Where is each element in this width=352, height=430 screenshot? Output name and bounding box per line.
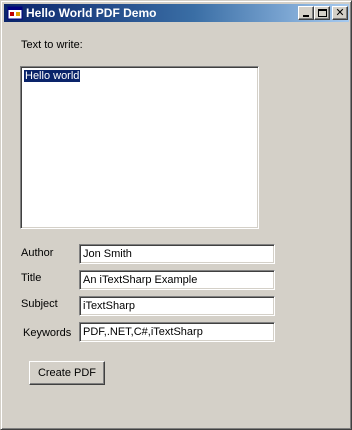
close-button[interactable]: ✕ <box>332 6 348 20</box>
keywords-input[interactable]: PDF,.NET,C#,iTextSharp <box>79 322 275 342</box>
title-input-value: An iTextSharp Example <box>83 274 198 286</box>
minimize-icon <box>303 15 309 17</box>
text-to-write-label: Text to write: <box>21 39 83 51</box>
close-icon: ✕ <box>335 6 345 19</box>
maximize-button[interactable] <box>314 6 330 20</box>
author-input-value: Jon Smith <box>83 248 132 260</box>
text-to-write-textarea[interactable]: Hello world <box>20 66 259 229</box>
keywords-label: Keywords <box>23 327 72 339</box>
minimize-button[interactable] <box>298 6 314 20</box>
textarea-content: Hello world <box>24 70 81 82</box>
main-window: Hello World PDF Demo ✕ Text to write: He… <box>0 0 352 430</box>
title-input[interactable]: An iTextSharp Example <box>79 270 275 290</box>
author-label: Author <box>21 247 54 259</box>
subject-input-value: iTextSharp <box>83 300 135 312</box>
selected-text: Hello world <box>24 70 81 82</box>
title-label: Title <box>21 272 42 284</box>
author-input[interactable]: Jon Smith <box>79 244 275 264</box>
subject-input[interactable]: iTextSharp <box>79 296 275 316</box>
title-bar[interactable]: Hello World PDF Demo ✕ <box>4 4 349 22</box>
app-icon <box>7 6 23 20</box>
create-pdf-button[interactable]: Create PDF <box>29 361 105 385</box>
subject-label: Subject <box>21 298 58 310</box>
keywords-input-value: PDF,.NET,C#,iTextSharp <box>83 326 203 338</box>
maximize-icon <box>318 9 327 17</box>
window-title: Hello World PDF Demo <box>26 6 157 20</box>
